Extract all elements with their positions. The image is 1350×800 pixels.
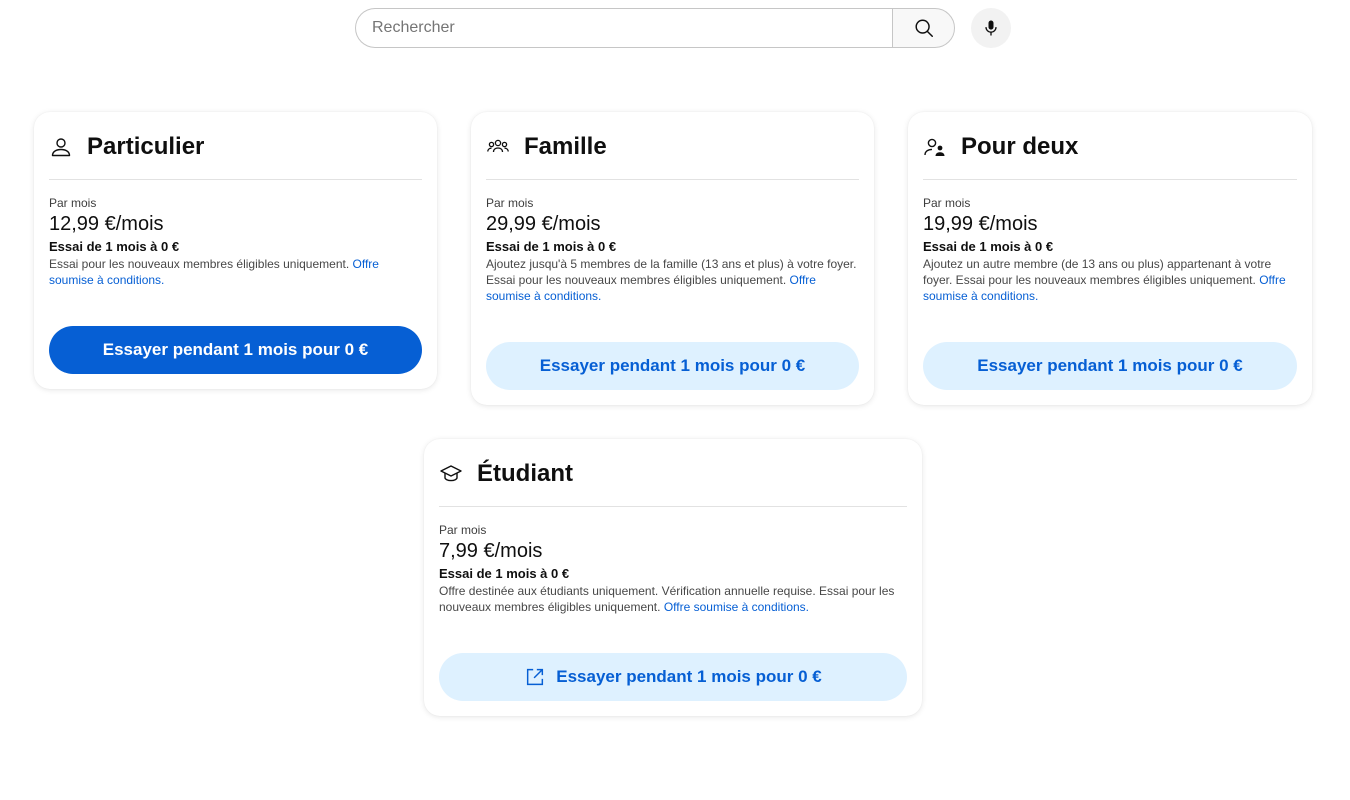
trial-label: Essai de 1 mois à 0 € [923, 239, 1054, 254]
plan-price: 19,99 €/mois [923, 213, 1038, 235]
trial-label: Essai de 1 mois à 0 € [486, 239, 617, 254]
trial-button-label: Essayer pendant 1 mois pour 0 € [556, 667, 822, 686]
two-people-icon [923, 135, 947, 159]
person-icon [49, 135, 73, 159]
plan-description: Ajoutez jusqu'à 5 membres de la famille … [486, 256, 859, 304]
external-link-icon [524, 666, 546, 688]
description-text: Essai pour les nouveaux membres éligible… [49, 257, 350, 271]
card-body: Par mois 19,99 €/mois Essai de 1 mois à … [923, 180, 1297, 304]
trial-label: Essai de 1 mois à 0 € [49, 239, 180, 254]
conditions-link[interactable]: Offre soumise à conditions. [664, 600, 809, 614]
plan-price: 12,99 €/mois [49, 213, 164, 235]
plan-price: 7,99 €/mois [439, 540, 543, 562]
plan-title: Particulier [87, 132, 205, 160]
graduation-cap-icon [439, 462, 463, 486]
trial-button[interactable]: Essayer pendant 1 mois pour 0 € [439, 653, 907, 701]
description-text: Ajoutez un autre membre (de 13 ans ou pl… [923, 257, 1272, 287]
plan-title: Famille [524, 132, 607, 160]
card-header: Pour deux [923, 112, 1297, 180]
trial-button[interactable]: Essayer pendant 1 mois pour 0 € [486, 342, 859, 390]
card-body: Par mois 7,99 €/mois Essai de 1 mois à 0… [439, 507, 907, 615]
per-month-label: Par mois [49, 196, 97, 210]
search-button[interactable] [892, 8, 955, 48]
search-input[interactable] [372, 19, 892, 37]
trial-button[interactable]: Essayer pendant 1 mois pour 0 € [923, 342, 1297, 390]
per-month-label: Par mois [486, 196, 534, 210]
card-body: Par mois 29,99 €/mois Essai de 1 mois à … [486, 180, 859, 304]
search-box[interactable] [355, 8, 892, 48]
plan-description: Ajoutez un autre membre (de 13 ans ou pl… [923, 256, 1297, 304]
plan-card-student: Étudiant Par mois 7,99 €/mois Essai de 1… [424, 439, 922, 716]
plan-card-family: Famille Par mois 29,99 €/mois Essai de 1… [471, 112, 874, 405]
plan-description: Offre destinée aux étudiants uniquement.… [439, 583, 907, 615]
plan-card-individual: Particulier Par mois 12,99 €/mois Essai … [34, 112, 437, 389]
search-icon [914, 19, 933, 37]
per-month-label: Par mois [439, 523, 487, 537]
plan-description: Essai pour les nouveaux membres éligible… [49, 256, 422, 288]
plan-title: Pour deux [961, 132, 1079, 160]
voice-search-button[interactable] [971, 8, 1011, 48]
trial-label: Essai de 1 mois à 0 € [439, 566, 570, 581]
trial-button[interactable]: Essayer pendant 1 mois pour 0 € [49, 326, 422, 374]
plan-card-duo: Pour deux Par mois 19,99 €/mois Essai de… [908, 112, 1312, 405]
card-header: Famille [486, 112, 859, 180]
card-header: Particulier [49, 112, 422, 180]
plan-price: 29,99 €/mois [486, 213, 601, 235]
mic-icon [985, 20, 997, 36]
family-icon [486, 135, 510, 159]
card-body: Par mois 12,99 €/mois Essai de 1 mois à … [49, 180, 422, 288]
card-header: Étudiant [439, 439, 907, 507]
search-bar [355, 8, 1011, 48]
plan-title: Étudiant [477, 459, 573, 487]
per-month-label: Par mois [923, 196, 971, 210]
